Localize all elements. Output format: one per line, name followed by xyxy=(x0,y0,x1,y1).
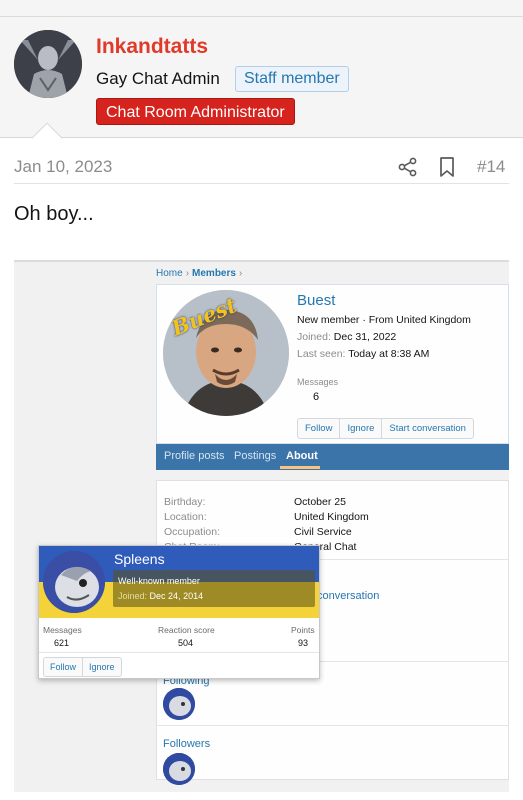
start-conversation-link[interactable]: conversation xyxy=(317,590,379,602)
tooltip-reaction-value: 504 xyxy=(178,638,194,648)
start-conversation-button[interactable]: Start conversation xyxy=(382,419,473,438)
tab-postings[interactable]: Postings xyxy=(234,450,276,462)
profile-action-buttons: Follow Ignore Start conversation xyxy=(297,418,474,439)
member-tooltip: Spleens Well-known member Joined: Dec 24… xyxy=(38,545,320,679)
user-banner: Chat Room Administrator xyxy=(96,98,295,125)
tooltip-joined: Joined: Dec 24, 2014 xyxy=(118,591,203,601)
messages-label: Messages xyxy=(297,377,339,387)
tooltip-messages-label: Messages xyxy=(43,625,82,635)
profile-tabs: Profile posts Postings About xyxy=(156,444,509,470)
chevron-right-icon: › xyxy=(238,268,243,279)
tab-profile-posts[interactable]: Profile posts xyxy=(164,450,225,462)
post-meta-divider xyxy=(14,183,509,184)
tab-about[interactable]: About xyxy=(286,450,318,462)
member-profile-card: Buest Buest New member · From United Kin… xyxy=(156,284,509,444)
profile-last-seen: Last seen: Today at 8:38 AM xyxy=(297,348,429,360)
tooltip-joined-label: Joined: xyxy=(118,591,148,601)
birthday-value: October 25 xyxy=(294,496,346,508)
tooltip-divider xyxy=(39,652,319,653)
profile-avatar[interactable]: Buest xyxy=(163,290,289,416)
top-divider xyxy=(0,0,523,17)
occupation-label: Occupation: xyxy=(164,526,221,538)
share-icon[interactable] xyxy=(398,157,418,177)
author-avatar[interactable] xyxy=(14,30,82,98)
follow-button[interactable]: Follow xyxy=(298,419,341,438)
tooltip-reaction-label: Reaction score xyxy=(158,625,215,635)
post-date[interactable]: Jan 10, 2023 xyxy=(14,157,112,177)
followers-link[interactable]: Followers xyxy=(163,738,210,750)
location-label: Location: xyxy=(164,511,207,523)
about-divider xyxy=(157,725,509,726)
tooltip-member-role: Well-known member xyxy=(118,576,200,586)
post-number-link[interactable]: #14 xyxy=(477,157,505,177)
ignore-button[interactable]: Ignore xyxy=(340,419,383,438)
follower-avatar[interactable] xyxy=(163,753,195,785)
joined-label: Joined: xyxy=(297,331,331,343)
tooltip-messages-value[interactable]: 621 xyxy=(54,638,69,648)
last-seen-value: Today at 8:38 AM xyxy=(348,348,430,360)
birthday-label: Birthday: xyxy=(164,496,206,508)
tooltip-joined-value: Dec 24, 2014 xyxy=(149,591,204,601)
profile-subtitle: New member · From United Kingdom xyxy=(297,314,471,326)
occupation-value: Civil Service xyxy=(294,526,352,538)
chevron-right-icon: › xyxy=(185,268,190,279)
author-title: Gay Chat Admin xyxy=(96,69,220,88)
profile-joined: Joined: Dec 31, 2022 xyxy=(297,331,396,343)
staff-member-badge: Staff member xyxy=(235,66,349,92)
tooltip-follow-button[interactable]: Follow xyxy=(44,658,84,676)
joined-value: Dec 31, 2022 xyxy=(333,331,397,343)
active-tab-indicator xyxy=(280,466,320,469)
tooltip-points-value[interactable]: 93 xyxy=(298,638,308,648)
following-avatar[interactable] xyxy=(163,688,195,720)
bookmark-icon[interactable] xyxy=(439,157,455,177)
tooltip-action-buttons: Follow Ignore xyxy=(43,657,122,677)
last-seen-label: Last seen: xyxy=(297,348,346,360)
tooltip-points-label: Points xyxy=(291,625,315,635)
embedded-screenshot: Home › Members › Buest Buest New member · F… xyxy=(14,260,509,792)
profile-username[interactable]: Buest xyxy=(297,292,335,309)
location-value[interactable]: United Kingdom xyxy=(294,511,369,523)
breadcrumb: Home › Members › xyxy=(156,268,245,279)
breadcrumb-members[interactable]: Members xyxy=(192,268,236,279)
post-body-text: Oh boy... xyxy=(14,203,94,225)
author-name[interactable]: Inkandtatts xyxy=(96,35,208,59)
tooltip-username[interactable]: Spleens xyxy=(114,551,165,567)
post-author-block: Inkandtatts Gay Chat Admin Staff member … xyxy=(0,17,523,138)
tooltip-avatar[interactable] xyxy=(43,551,105,613)
breadcrumb-home[interactable]: Home xyxy=(156,268,183,279)
messages-count[interactable]: 6 xyxy=(313,391,319,403)
tooltip-ignore-button[interactable]: Ignore xyxy=(83,658,121,676)
